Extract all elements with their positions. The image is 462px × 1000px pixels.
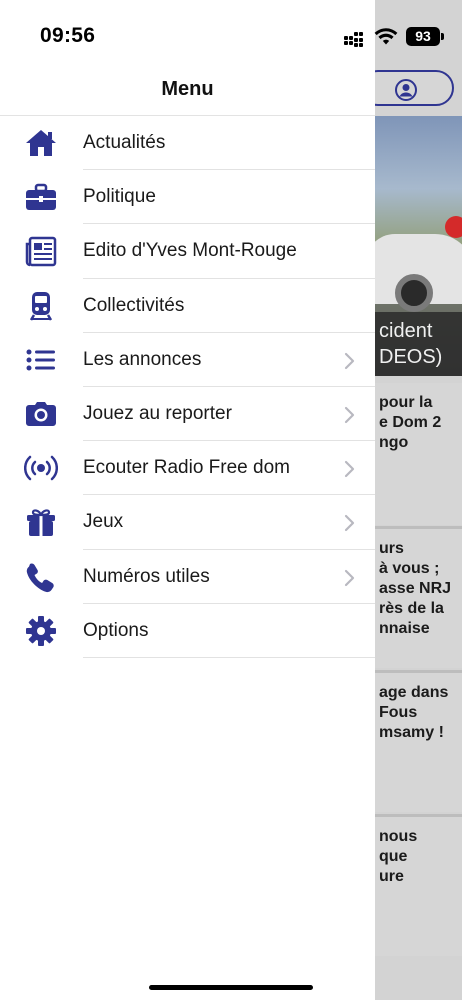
train-icon <box>24 290 58 322</box>
article-title-line: asse NRJ <box>379 580 452 597</box>
article-title-line: pour la <box>379 394 433 411</box>
menu-item-radio[interactable]: Ecouter Radio Free dom <box>0 441 375 496</box>
gift-icon <box>24 506 58 538</box>
article-title-line: ngo <box>379 434 409 451</box>
home-indicator[interactable] <box>149 985 313 990</box>
article-title-line: rès de la <box>379 600 444 617</box>
menu-item-label: Jouez au reporter <box>83 402 232 424</box>
article-title-line: ure <box>379 868 404 885</box>
chevron-right-icon <box>340 351 358 371</box>
broadcast-icon <box>23 452 59 484</box>
status-bar: 09:56 93 <box>0 0 444 70</box>
menu-item-actualites[interactable]: Actualités <box>0 116 375 171</box>
article-title-line: nous <box>379 828 418 845</box>
menu-item-numeros-utiles[interactable]: Numéros utiles <box>0 550 375 604</box>
list-icon <box>24 344 58 376</box>
chevron-right-icon <box>340 513 358 533</box>
cellular-signal-icon <box>344 32 364 47</box>
article-card[interactable]: pour la e Dom 2 ngo <box>375 383 462 525</box>
newspaper-icon <box>24 235 58 267</box>
menu-item-reporter[interactable]: Jouez au reporter <box>0 387 375 442</box>
divider <box>83 656 375 658</box>
article-card[interactable]: age dans Fous msamy ! <box>375 670 462 812</box>
menu-item-annonces[interactable]: Les annonces <box>0 333 375 387</box>
menu-item-politique[interactable]: Politique <box>0 170 375 225</box>
menu-item-label: Options <box>83 619 149 641</box>
article-card[interactable]: nous que ure <box>375 814 462 956</box>
article-title-line: que <box>379 848 408 865</box>
menu-item-collectivites[interactable]: Collectivités <box>0 279 375 333</box>
menu-item-label: Jeux <box>83 511 124 533</box>
car-wheel <box>395 274 433 312</box>
menu-header: Menu <box>0 70 375 116</box>
article-title-line: e Dom 2 <box>379 414 442 431</box>
article-title-line: msamy ! <box>379 724 444 741</box>
chevron-right-icon <box>340 568 358 588</box>
road-sign <box>445 216 462 238</box>
battery-tip <box>441 33 444 40</box>
chevron-right-icon <box>340 405 358 425</box>
menu-item-options[interactable]: Options <box>0 604 375 658</box>
status-time: 09:56 <box>40 24 96 47</box>
battery-icon: 93 <box>406 27 440 46</box>
chevron-right-icon <box>340 459 358 479</box>
menu-item-label: Collectivités <box>83 294 185 316</box>
menu-item-edito[interactable]: Edito d'Yves Mont-Rouge <box>0 224 375 279</box>
gear-icon <box>24 615 58 647</box>
article-title-line: nnaise <box>379 620 430 637</box>
article-card[interactable]: urs à vous ; asse NRJ rès de la nnaise <box>375 526 462 668</box>
user-circle-icon <box>394 78 418 102</box>
article-title-line: urs <box>379 540 404 557</box>
system-icons: 93 <box>344 26 456 48</box>
hero-caption-band: cident DEOS) <box>375 312 462 376</box>
menu-item-label: Politique <box>83 186 156 208</box>
wifi-icon <box>374 26 398 46</box>
camera-icon <box>24 398 58 430</box>
menu-item-label: Edito d'Yves Mont-Rouge <box>83 240 297 262</box>
phone-icon <box>24 561 58 593</box>
briefcase-icon <box>24 181 58 213</box>
menu-item-label: Actualités <box>83 132 166 153</box>
article-title-line: age dans <box>379 684 449 701</box>
menu-item-label: Les annonces <box>83 348 202 370</box>
menu-list: Actualités Politique Edito d'Yves Mont-R… <box>0 116 375 658</box>
menu-item-label: Numéros utiles <box>83 565 210 587</box>
menu-item-label: Ecouter Radio Free dom <box>83 457 290 479</box>
menu-title: Menu <box>161 78 214 100</box>
side-drawer: 09:56 93 Menu Actualités Politique Edito… <box>0 0 444 1000</box>
hero-caption-line: cident <box>379 320 433 342</box>
article-title-line: Fous <box>379 704 418 721</box>
article-title-line: à vous ; <box>379 560 440 577</box>
home-icon <box>24 127 58 159</box>
menu-item-jeux[interactable]: Jeux <box>0 495 375 550</box>
hero-article[interactable]: cident DEOS) <box>375 116 462 376</box>
hero-caption-line: DEOS) <box>379 346 443 368</box>
